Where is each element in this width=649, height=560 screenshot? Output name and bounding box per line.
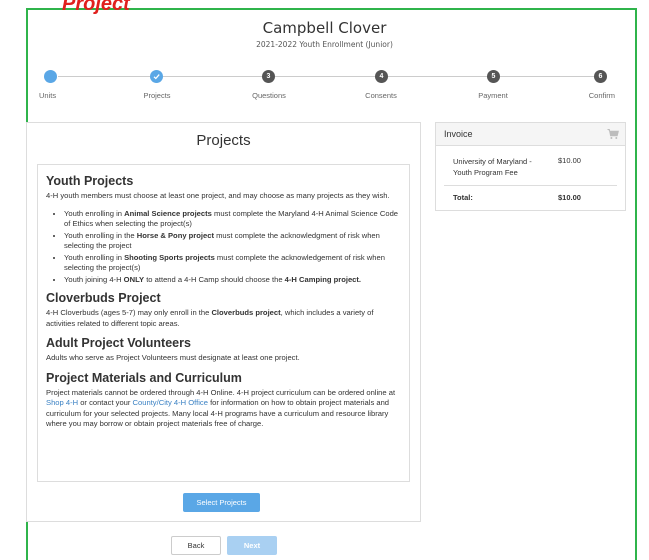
step-projects-label: Projects [143, 91, 171, 100]
step-consents-dot: 4 [375, 70, 388, 83]
list-item: Youth enrolling in Shooting Sports proje… [64, 253, 404, 274]
list-item: Youth joining 4-H ONLY to attend a 4-H C… [64, 275, 404, 286]
step-connector [500, 76, 594, 77]
step-confirm-dot: 6 [594, 70, 607, 83]
step-questions-dot: 3 [262, 70, 275, 83]
step-connector [58, 76, 151, 77]
materials-text: Project materials cannot be ordered thro… [46, 387, 396, 429]
step-consents-label: Consents [365, 91, 397, 100]
invoice-total-amount: $10.00 [558, 193, 581, 202]
back-button[interactable]: Back [171, 536, 221, 555]
materials-heading: Project Materials and Curriculum [46, 370, 242, 385]
step-connector [388, 76, 487, 77]
cart-icon [607, 129, 619, 139]
invoice-title: Invoice [444, 129, 473, 139]
step-projects-dot [150, 70, 163, 83]
list-item: Youth enrolling in Animal Science projec… [64, 209, 404, 230]
step-units-label: Units [39, 91, 57, 100]
invoice-total-label: Total: [453, 193, 473, 202]
step-units-dot [44, 70, 57, 83]
list-item: Youth enrolling in the Horse & Pony proj… [64, 231, 404, 252]
youth-projects-intro: 4-H youth members must choose at least o… [46, 191, 390, 200]
step-questions-label: Questions [252, 91, 286, 100]
step-confirm-label: Confirm [588, 91, 615, 100]
select-projects-button[interactable]: Select Projects [183, 493, 260, 512]
cloverbuds-text: 4-H Cloverbuds (ages 5-7) may only enrol… [46, 308, 374, 328]
youth-projects-heading: Youth Projects [46, 174, 134, 188]
overlay-label: Project [62, 0, 130, 15]
next-button[interactable]: Next [227, 536, 277, 555]
divider [444, 185, 617, 186]
projects-info-content: Youth Projects 4-H youth members must ch… [46, 174, 404, 437]
step-connector [275, 76, 375, 77]
invoice-item-name: University of Maryland - Youth Program F… [453, 157, 532, 177]
step-payment-label: Payment [478, 91, 508, 100]
check-icon [153, 74, 160, 80]
projects-title: Projects [196, 132, 251, 149]
member-name: Campbell Clover [262, 19, 387, 37]
enrollment-subtitle: 2021-2022 Youth Enrollment (Junior) [256, 40, 393, 49]
invoice-item-amount: $10.00 [558, 156, 581, 165]
adult-volunteers-heading: Adult Project Volunteers [46, 336, 191, 350]
step-payment-dot: 5 [487, 70, 500, 83]
invoice-panel: Invoice University of Maryland - Youth P… [435, 122, 626, 211]
shop-4h-link[interactable]: Shop 4-H [46, 398, 78, 407]
county-office-link[interactable]: County/City 4-H Office [133, 398, 208, 407]
invoice-header: Invoice [436, 123, 625, 146]
adult-volunteers-text: Adults who serve as Project Volunteers m… [46, 353, 300, 362]
step-connector [163, 76, 262, 77]
cloverbuds-heading: Cloverbuds Project [46, 291, 161, 305]
youth-projects-list: Youth enrolling in Animal Science projec… [46, 209, 404, 286]
